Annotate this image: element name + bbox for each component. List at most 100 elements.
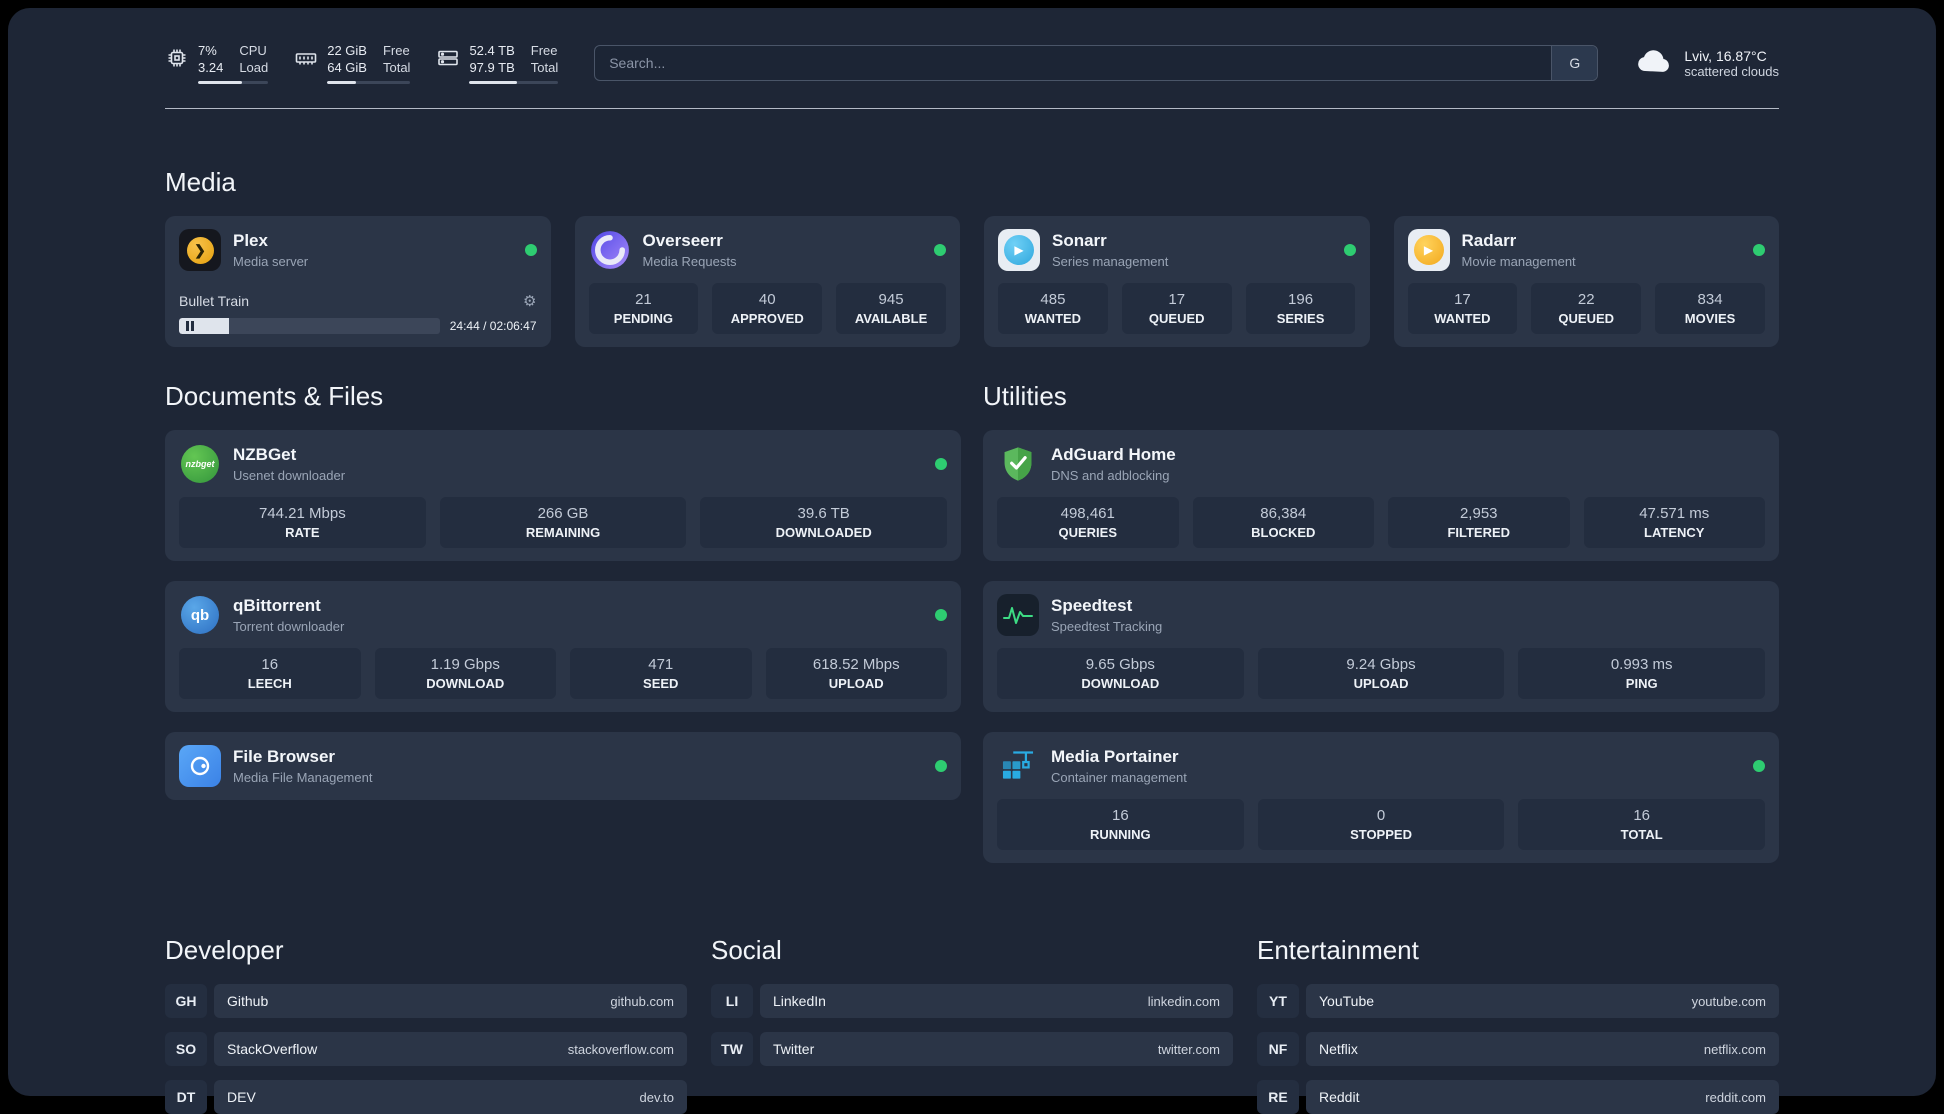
portainer-name: Media Portainer (1051, 747, 1741, 767)
stat-seed: 471 SEED (570, 648, 752, 699)
cpu-percent: 7% (198, 42, 223, 59)
bookmark-abbr: RE (1257, 1080, 1299, 1114)
qbittorrent-name: qBittorrent (233, 596, 923, 616)
card-portainer[interactable]: Media Portainer Container management 16 … (983, 732, 1779, 863)
playback-progress-bar[interactable] (179, 318, 440, 334)
stat-filtered: 2,953 FILTERED (1388, 497, 1570, 548)
bookmark-abbr: DT (165, 1080, 207, 1114)
radarr-icon: ▶ (1408, 229, 1450, 271)
nzbget-icon: nzbget (179, 443, 221, 485)
ram-widget: 22 GiB 64 GiB Free Total (294, 42, 410, 84)
card-overseerr[interactable]: Overseerr Media Requests 21 PENDING 40 A… (575, 216, 961, 347)
sonarr-status-dot (1344, 244, 1356, 256)
section-title-entertainment: Entertainment (1257, 935, 1779, 966)
disk-widget: 52.4 TB 97.9 TB Free Total (436, 42, 558, 84)
section-title-developer: Developer (165, 935, 687, 966)
bookmark-url: twitter.com (1158, 1042, 1220, 1057)
speedtest-subtitle: Speedtest Tracking (1051, 619, 1765, 634)
bookmark-name: LinkedIn (773, 993, 826, 1009)
plex-name: Plex (233, 231, 513, 251)
stat-download: 1.19 Gbps DOWNLOAD (375, 648, 557, 699)
stat-upload: 618.52 Mbps UPLOAD (766, 648, 948, 699)
stat-remaining: 266 GB REMAINING (440, 497, 687, 548)
card-plex[interactable]: ❯ Plex Media server Bullet Train ⚙ (165, 216, 551, 347)
disk-free-label: Free (531, 42, 558, 59)
speedtest-icon (997, 594, 1039, 636)
topbar-divider (165, 108, 1779, 109)
card-nzbget[interactable]: nzbget NZBGet Usenet downloader 744.21 M… (165, 430, 961, 561)
section-title-utilities: Utilities (983, 381, 1779, 412)
playback-time: 24:44 / 02:06:47 (450, 319, 537, 333)
bookmark-abbr: TW (711, 1032, 753, 1066)
dashboard: 7% 3.24 CPU Load (8, 8, 1936, 1096)
cpu-widget: 7% 3.24 CPU Load (165, 42, 268, 84)
player-settings-icon[interactable]: ⚙ (523, 292, 536, 310)
card-radarr[interactable]: ▶ Radarr Movie management 17 WANTED 22 (1394, 216, 1780, 347)
stat-blocked: 86,384 BLOCKED (1193, 497, 1375, 548)
stat-download: 9.65 Gbps DOWNLOAD (997, 648, 1244, 699)
stat-available: 945 AVAILABLE (836, 283, 946, 334)
portainer-status-dot (1753, 760, 1765, 772)
stat-series: 196 SERIES (1246, 283, 1356, 334)
bookmark-netflix[interactable]: NF Netflix netflix.com (1257, 1032, 1779, 1066)
speedtest-name: Speedtest (1051, 596, 1765, 616)
overseerr-name: Overseerr (643, 231, 923, 251)
topbar: 7% 3.24 CPU Load (165, 42, 1779, 84)
stat-pending: 21 PENDING (589, 283, 699, 334)
section-entertainment: Entertainment YT YouTube youtube.com NF … (1257, 935, 1779, 1114)
bookmark-abbr: YT (1257, 984, 1299, 1018)
portainer-icon (997, 745, 1039, 787)
stat-wanted: 17 WANTED (1408, 283, 1518, 334)
bookmark-twitter[interactable]: TW Twitter twitter.com (711, 1032, 1233, 1066)
section-documents: Documents & Files nzbget NZBGet Usenet d… (165, 381, 961, 800)
overseerr-icon (589, 229, 631, 271)
stat-stopped: 0 STOPPED (1258, 799, 1505, 850)
search-engine-button[interactable]: G (1551, 46, 1597, 80)
filebrowser-name: File Browser (233, 747, 923, 767)
bookmark-stackoverflow[interactable]: SO StackOverflow stackoverflow.com (165, 1032, 687, 1066)
stat-upload: 9.24 Gbps UPLOAD (1258, 648, 1505, 699)
bookmark-name: DEV (227, 1089, 256, 1105)
now-playing-title: Bullet Train (179, 293, 249, 309)
qbittorrent-subtitle: Torrent downloader (233, 619, 923, 634)
sonarr-subtitle: Series management (1052, 254, 1332, 269)
bookmark-name: StackOverflow (227, 1041, 317, 1057)
card-sonarr[interactable]: ▶ Sonarr Series management 485 WANTED 17 (984, 216, 1370, 347)
bookmark-url: netflix.com (1704, 1042, 1766, 1057)
disk-total-label: Total (531, 59, 558, 76)
card-adguard[interactable]: AdGuard Home DNS and adblocking 498,461 … (983, 430, 1779, 561)
radarr-subtitle: Movie management (1462, 254, 1742, 269)
ram-free-label: Free (383, 42, 410, 59)
pause-icon[interactable] (186, 321, 194, 331)
bookmark-reddit[interactable]: RE Reddit reddit.com (1257, 1080, 1779, 1114)
card-speedtest[interactable]: Speedtest Speedtest Tracking 9.65 Gbps D… (983, 581, 1779, 712)
disk-progress-bar (469, 81, 558, 84)
bookmark-youtube[interactable]: YT YouTube youtube.com (1257, 984, 1779, 1018)
stat-queries: 498,461 QUERIES (997, 497, 1179, 548)
bookmark-linkedin[interactable]: LI LinkedIn linkedin.com (711, 984, 1233, 1018)
cpu-load-value: 3.24 (198, 59, 223, 76)
stat-running: 16 RUNNING (997, 799, 1244, 850)
bookmark-abbr: SO (165, 1032, 207, 1066)
bookmark-url: reddit.com (1705, 1090, 1766, 1105)
sonarr-icon: ▶ (998, 229, 1040, 271)
radarr-name: Radarr (1462, 231, 1742, 251)
overseerr-subtitle: Media Requests (643, 254, 923, 269)
bookmark-name: Github (227, 993, 268, 1009)
cpu-load-label: Load (239, 59, 268, 76)
bookmark-name: Twitter (773, 1041, 814, 1057)
stat-latency: 47.571 ms LATENCY (1584, 497, 1766, 548)
filebrowser-status-dot (935, 760, 947, 772)
section-title-documents: Documents & Files (165, 381, 961, 412)
search-input[interactable] (595, 46, 1551, 80)
qbittorrent-icon: qb (179, 594, 221, 636)
plex-icon: ❯ (179, 229, 221, 271)
bookmark-name: YouTube (1319, 993, 1374, 1009)
card-qbittorrent[interactable]: qb qBittorrent Torrent downloader 16 LEE… (165, 581, 961, 712)
stat-leech: 16 LEECH (179, 648, 361, 699)
overseerr-status-dot (934, 244, 946, 256)
bookmark-github[interactable]: GH Github github.com (165, 984, 687, 1018)
card-filebrowser[interactable]: File Browser Media File Management (165, 732, 961, 800)
stat-queued: 17 QUEUED (1122, 283, 1232, 334)
bookmark-dev[interactable]: DT DEV dev.to (165, 1080, 687, 1114)
